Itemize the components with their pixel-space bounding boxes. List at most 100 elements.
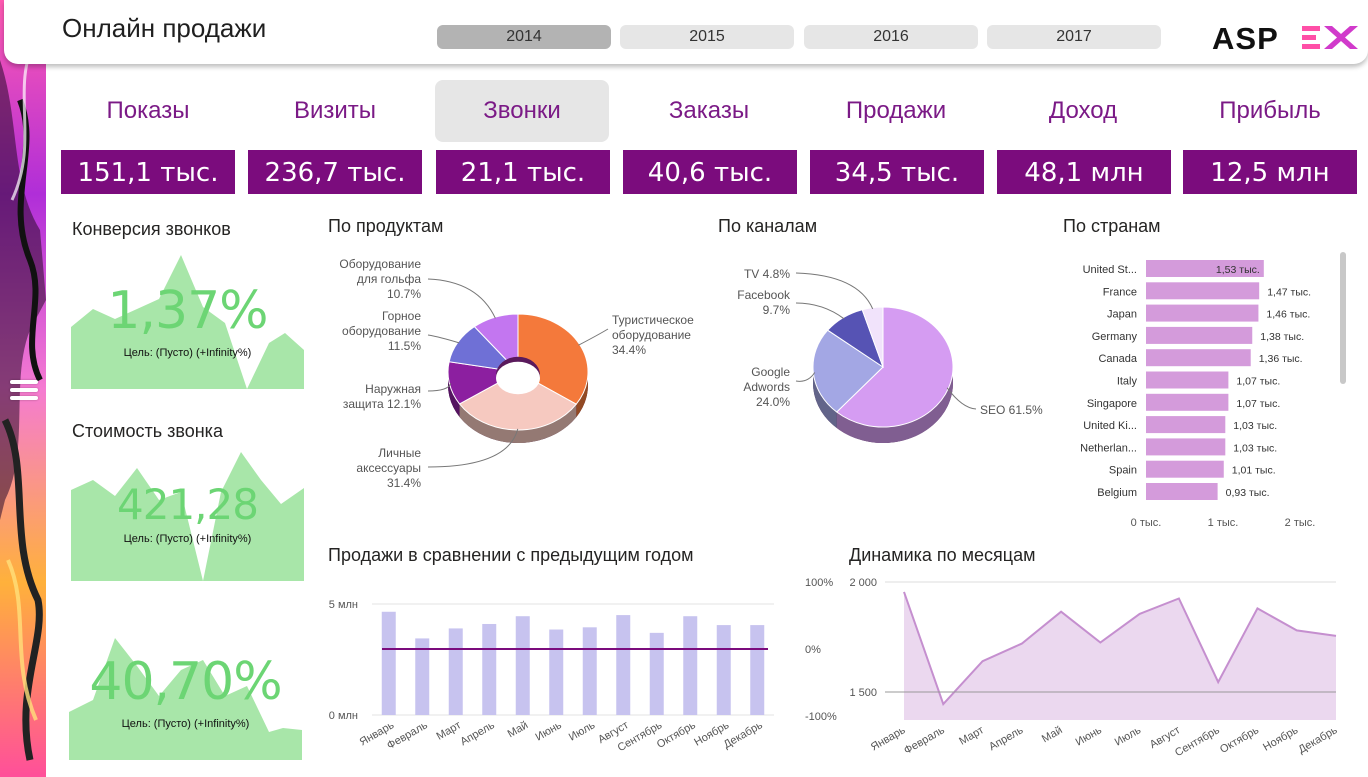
cost-value: 421,28: [117, 480, 259, 529]
products-donut-chart[interactable]: Туристическоеоборудование34.4%Личныеаксе…: [328, 245, 708, 505]
pie-leader-line: [427, 278, 496, 319]
country-bar[interactable]: [1146, 349, 1251, 367]
yoy-bar[interactable]: [750, 625, 765, 715]
country-bar[interactable]: [1146, 438, 1226, 456]
kpi-label-orders[interactable]: Заказы: [622, 80, 796, 142]
monthly-x-label: Сентябрь: [1173, 724, 1222, 759]
cost-card-title: Стоимость звонка: [72, 421, 223, 441]
pie-slice-label: для гольфа: [357, 272, 421, 286]
country-bar[interactable]: [1146, 460, 1224, 478]
country-value-label: 1,36 тыс.: [1259, 353, 1303, 365]
country-label: Germany: [1092, 331, 1138, 343]
country-value-label: 1,47 тыс.: [1267, 286, 1311, 298]
yoy-bar[interactable]: [616, 615, 631, 715]
country-label: United Ki...: [1083, 420, 1137, 432]
page-title: Онлайн продажи: [62, 13, 267, 43]
country-label: Spain: [1109, 465, 1137, 477]
pie-leader-line: [795, 372, 816, 382]
yoy-bar[interactable]: [482, 623, 497, 715]
kpi-value-calls: 21,1 тыс.: [436, 150, 610, 194]
country-value-label: 1,07 тыс.: [1236, 398, 1280, 410]
country-bar[interactable]: [1146, 371, 1229, 389]
yoy-bar[interactable]: [582, 627, 597, 715]
country-label: France: [1103, 286, 1137, 298]
kpi-label-calls[interactable]: Звонки: [435, 80, 609, 142]
kpi-value-sales: 34,5 тыс.: [810, 150, 984, 194]
pie-slice-label: Adwords: [743, 380, 790, 394]
year-button-2016[interactable]: 2016: [804, 25, 978, 49]
hamburger-menu-icon[interactable]: [10, 380, 38, 406]
donut-hole: [496, 361, 540, 395]
yoy-bar[interactable]: [515, 616, 530, 715]
country-label: Canada: [1098, 353, 1137, 365]
monthly-x-label: Январь: [869, 724, 908, 753]
yoy-x-label: Июль: [567, 719, 598, 744]
country-bar[interactable]: [1146, 304, 1259, 322]
pie-slice-label: Личные: [378, 446, 421, 460]
country-value-label: 1,07 тыс.: [1236, 376, 1280, 388]
country-value-label: 1,03 тыс.: [1233, 442, 1277, 454]
country-bar[interactable]: [1146, 483, 1218, 500]
monthly-area: [904, 591, 1336, 720]
country-label: Italy: [1117, 376, 1138, 388]
year-button-2014[interactable]: 2014: [437, 25, 611, 49]
kpi-label-revenue[interactable]: Доход: [996, 80, 1170, 142]
year-button-2017[interactable]: 2017: [987, 25, 1161, 49]
yoy-bar[interactable]: [716, 625, 731, 715]
pie-slice-label: аксессуары: [356, 461, 421, 475]
kpi-label-sales[interactable]: Продажи: [809, 80, 983, 142]
country-scrollbar[interactable]: [1340, 252, 1346, 384]
monthly-x-label: Февраль: [902, 724, 947, 757]
yoy-bar[interactable]: [683, 616, 698, 715]
monthly-chart-title: Динамика по месяцам: [849, 545, 1036, 565]
country-x-tick: 0 тыс.: [1131, 517, 1162, 529]
header-bar: Онлайн продажи 2014 2015 2016 2017 ASP: [4, 0, 1368, 64]
country-label: Belgium: [1097, 487, 1137, 499]
svg-text:ASP: ASP: [1212, 21, 1279, 54]
yoy-y2-tick: 100%: [805, 577, 833, 589]
third-kpi-goal: Цель: (Пусто) (+Infinity%): [121, 718, 250, 730]
country-bar[interactable]: [1146, 393, 1229, 411]
monthly-x-label: Май: [1040, 724, 1065, 745]
year-button-2015[interactable]: 2015: [620, 25, 794, 49]
yoy-bar[interactable]: [649, 632, 664, 715]
yoy-bar[interactable]: [549, 629, 564, 715]
country-label: United St...: [1083, 264, 1137, 276]
country-value-label: 1,01 тыс.: [1232, 465, 1276, 477]
country-bar[interactable]: [1146, 416, 1226, 434]
country-value-label: 1,46 тыс.: [1266, 309, 1310, 321]
pie-slice-label: 10.7%: [387, 287, 421, 301]
yoy-y-tick: 0 млн: [329, 710, 358, 722]
third-kpi-value: 40,70%: [89, 652, 282, 712]
pie-slice-label: Туристическое: [612, 313, 694, 327]
country-value-label: 1,53 тыс.: [1216, 264, 1260, 276]
kpi-label-profit[interactable]: Прибыль: [1183, 80, 1357, 142]
aspex-logo: ASP: [1212, 21, 1358, 54]
channels-pie-chart[interactable]: SEO 61.5% GoogleAdwords24.0% Facebook9.7% T…: [718, 245, 1058, 505]
yoy-bar[interactable]: [381, 611, 396, 715]
pie-slice-label: Facebook: [737, 288, 791, 302]
pie-slice-label: Наружная: [365, 382, 421, 396]
yoy-x-label: Апрель: [458, 719, 497, 748]
monthly-x-label: Июнь: [1074, 724, 1104, 749]
yoy-x-label: Декабрь: [722, 719, 765, 751]
monthly-area-chart[interactable]: 2 000 1 500 ЯнварьФевраль Март Апрель Май Июнь…: [845, 570, 1360, 770]
pie-leader-line: [427, 383, 452, 392]
monthly-y-tick: 1 500: [849, 687, 877, 699]
kpi-value-orders: 40,6 тыс.: [623, 150, 797, 194]
pie-slice-label: 24.0%: [756, 395, 790, 409]
country-bar[interactable]: [1146, 326, 1253, 344]
country-x-tick: 1 тыс.: [1208, 517, 1239, 529]
country-label: Singapore: [1087, 398, 1137, 410]
yoy-bar[interactable]: [448, 628, 463, 715]
conversion-card-title: Конверсия звонков: [72, 219, 231, 239]
kpi-value-revenue: 48,1 млн: [997, 150, 1171, 194]
monthly-x-label: Апрель: [987, 724, 1026, 753]
country-bar[interactable]: [1146, 282, 1260, 300]
countries-bar-chart[interactable]: United St... 1,53 тыс. France 1,47 тыс. Japa…: [1063, 250, 1363, 535]
channels-chart-title: По каналам: [718, 216, 818, 236]
kpi-label-visits[interactable]: Визиты: [248, 80, 422, 142]
pie-leader-line: [427, 334, 460, 344]
kpi-label-impressions[interactable]: Показы: [61, 80, 235, 142]
yoy-column-chart[interactable]: 5 млн0 млн100%0%-100%ЯнварьФевраль МартАп…: [328, 570, 848, 770]
